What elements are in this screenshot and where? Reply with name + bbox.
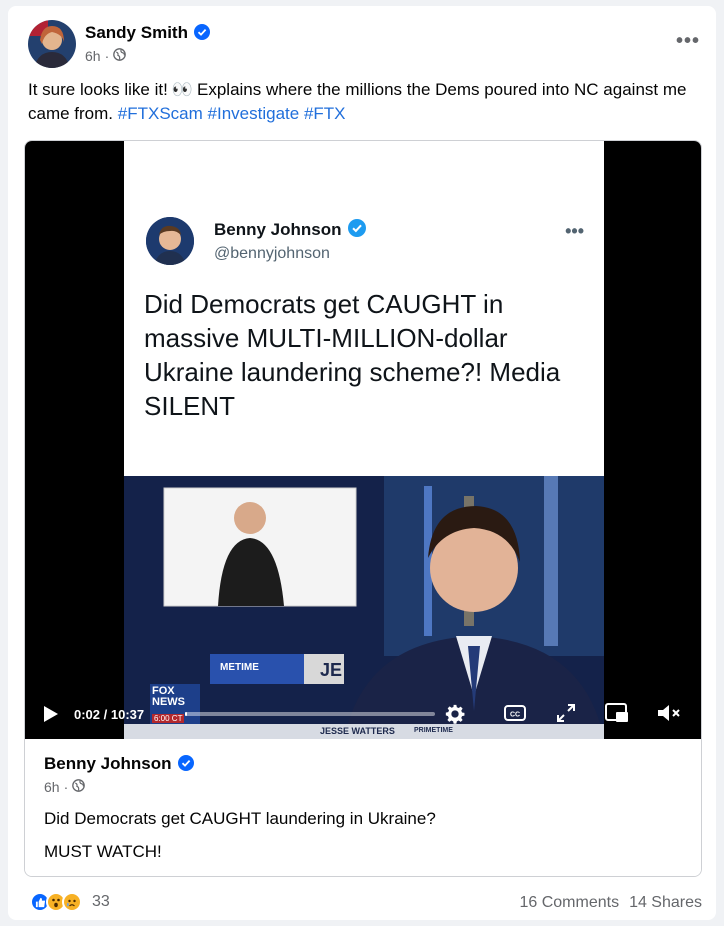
post-text: It sure looks like it! 👀 Explains where th… xyxy=(28,78,708,126)
picture-in-picture-icon[interactable] xyxy=(603,701,631,725)
post-stats: 16 Comments 14 Shares xyxy=(519,894,702,912)
post-meta: 6h · xyxy=(85,48,127,64)
tweet-author-name-text: Benny Johnson xyxy=(214,220,342,239)
eyes-emoji: 👀 xyxy=(171,80,193,99)
chyron-tag: PRIMETIME xyxy=(414,727,453,734)
tweet-text: Did Democrats get CAUGHT in massive MULT… xyxy=(144,289,561,421)
comments-count[interactable]: 16 Comments xyxy=(519,894,619,912)
settings-gear-icon[interactable] xyxy=(442,701,468,727)
shared-author-name[interactable]: Benny Johnson xyxy=(44,754,194,774)
tweet-more-icon: ••• xyxy=(565,221,584,241)
author-name[interactable]: Sandy Smith xyxy=(85,23,210,43)
video-player[interactable]: Benny Johnson @bennyjohnson ••• Did Demo… xyxy=(25,141,701,739)
play-icon[interactable] xyxy=(41,704,61,724)
shared-post-text-line1: Did Democrats get CAUGHT laundering in U… xyxy=(44,809,436,828)
shared-author-name-text[interactable]: Benny Johnson xyxy=(44,754,172,773)
chyron-time: 6:00 CT xyxy=(152,714,185,723)
fox-news-logo: FOX NEWS xyxy=(152,685,185,708)
video-progress-fill xyxy=(185,712,187,716)
background-text-2: JE xyxy=(320,660,343,680)
fullscreen-icon[interactable] xyxy=(554,702,578,724)
reaction-count[interactable]: 33 xyxy=(92,893,110,911)
shared-post-time[interactable]: 6h xyxy=(44,779,60,795)
hashtag-ftx[interactable]: #FTX xyxy=(304,104,346,123)
tweet-avatar xyxy=(146,217,194,265)
globe-icon xyxy=(72,779,86,795)
shared-post-meta: 6h · xyxy=(44,779,86,795)
separator-dot: · xyxy=(104,48,110,64)
background-text-1: METIME xyxy=(220,662,259,673)
post-footer: 33 16 Comments 14 Shares xyxy=(24,886,702,916)
post-text-part1: It sure looks like it! xyxy=(28,80,168,99)
post-options-icon[interactable]: ••• xyxy=(676,30,700,53)
author-name-text[interactable]: Sandy Smith xyxy=(85,23,188,42)
captions-icon[interactable]: CC xyxy=(503,703,527,723)
shared-post-info: Benny Johnson 6h · Did Democrats get CAU… xyxy=(25,739,701,876)
tweet-verified-icon xyxy=(347,219,366,237)
separator-dot: · xyxy=(63,779,69,795)
verified-badge-icon xyxy=(193,24,210,40)
globe-icon xyxy=(113,48,127,64)
shares-count[interactable]: 14 Shares xyxy=(629,894,702,912)
post-card: Sandy Smith 6h · ••• It sure looks like … xyxy=(8,6,716,920)
shared-post[interactable]: Benny Johnson @bennyjohnson ••• Did Demo… xyxy=(24,140,702,877)
sad-reaction-icon xyxy=(62,892,82,912)
tweet-author-name: Benny Johnson xyxy=(214,219,366,240)
svg-text:CC: CC xyxy=(510,712,520,719)
shared-verified-icon xyxy=(177,755,194,771)
shared-post-text-line2: MUST WATCH! xyxy=(44,842,162,861)
hashtag-investigate[interactable]: #Investigate xyxy=(208,104,300,123)
video-progress-bar[interactable] xyxy=(185,712,435,716)
post-time[interactable]: 6h xyxy=(85,48,101,64)
tweet-screenshot: Benny Johnson @bennyjohnson ••• Did Demo… xyxy=(124,141,604,476)
mute-icon[interactable] xyxy=(655,701,683,725)
video-time: 0:02 / 10:37 xyxy=(74,706,145,722)
reactions-summary[interactable]: 33 xyxy=(30,892,110,912)
chyron-name: JESSE WATTERS xyxy=(320,726,395,736)
video-frame: METIME JE FOX NEWS 6:00 CT JESSE WATTERS… xyxy=(124,476,604,739)
author-avatar[interactable] xyxy=(28,20,76,68)
hashtag-ftxscam[interactable]: #FTXScam xyxy=(118,104,203,123)
tweet-handle: @bennyjohnson xyxy=(214,245,330,262)
